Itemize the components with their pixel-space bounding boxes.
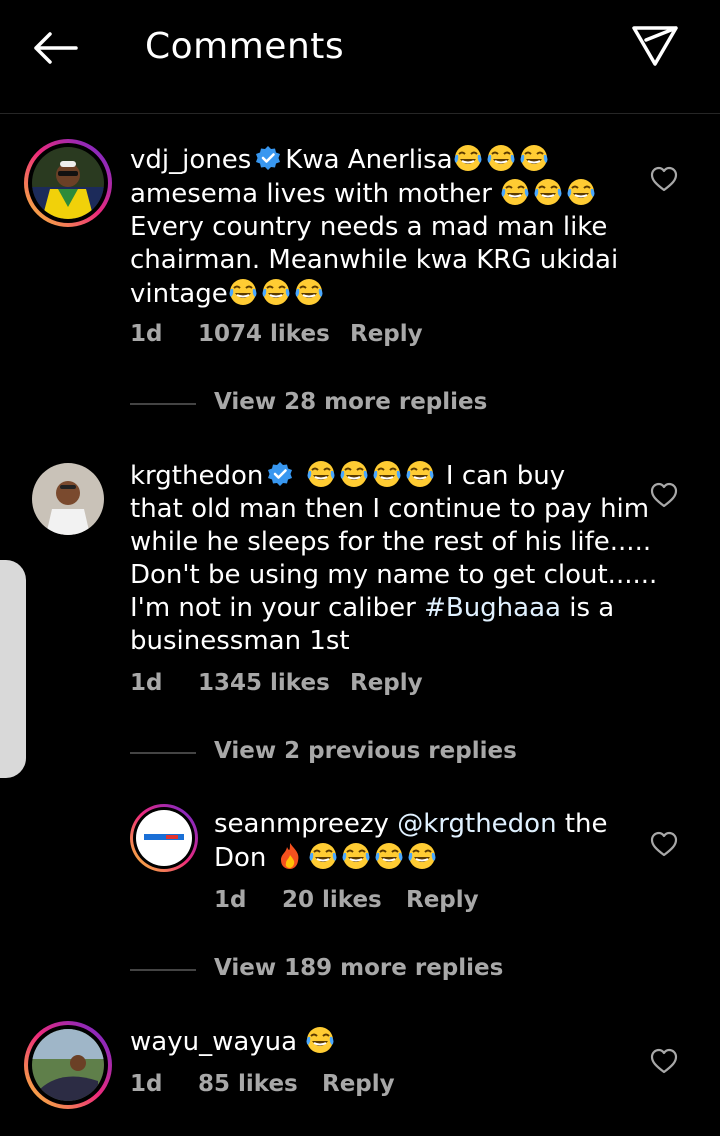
divider — [130, 752, 196, 754]
comment-line: that old man then I continue to pay him — [130, 494, 650, 524]
comment-time: 1d — [130, 321, 163, 347]
tears-of-joy-emoji — [308, 842, 338, 870]
heart-outline-icon[interactable] — [650, 482, 678, 508]
divider — [130, 969, 196, 971]
tears-of-joy-emoji — [566, 178, 596, 206]
page-title: Comments — [145, 26, 345, 67]
tears-of-joy-emoji — [228, 278, 258, 306]
comment-line: vintage — [130, 279, 228, 309]
view-replies-label: View 189 more replies — [214, 955, 504, 981]
tears-of-joy-emoji — [533, 178, 563, 206]
comment-text: wayu_wayua — [130, 1025, 650, 1059]
tears-of-joy-emoji — [339, 460, 369, 488]
avatar[interactable] — [130, 804, 198, 872]
comment-line: chairman. Meanwhile kwa KRG ukidai — [130, 245, 619, 275]
comment-likes[interactable]: 1074 likes — [198, 321, 330, 347]
avatar[interactable] — [24, 455, 112, 543]
comment-line: Every country needs a mad man like — [130, 212, 608, 242]
tears-of-joy-emoji — [306, 460, 336, 488]
tears-of-joy-emoji — [341, 842, 371, 870]
comment-likes[interactable]: 85 likes — [198, 1071, 298, 1097]
hashtag-link[interactable]: #Bughaaa — [424, 593, 561, 623]
heart-outline-icon[interactable] — [650, 1048, 678, 1074]
arrow-left-icon[interactable] — [28, 28, 84, 68]
comment-line: Kwa Anerlisa — [285, 145, 453, 175]
comment-line: Don — [214, 843, 267, 873]
scroll-handle[interactable] — [0, 560, 26, 778]
comment-line: amesema lives with mother — [130, 179, 501, 209]
reply-button[interactable]: Reply — [322, 1071, 395, 1097]
comment-username[interactable]: seanmpreezy — [214, 809, 389, 839]
divider — [130, 403, 196, 405]
comment-username[interactable]: wayu_wayua — [130, 1027, 297, 1057]
reply-button[interactable]: Reply — [350, 321, 423, 347]
tears-of-joy-emoji — [519, 144, 549, 172]
reply-button[interactable]: Reply — [350, 670, 423, 696]
comment-line: businessman 1st — [130, 626, 350, 656]
view-replies-label: View 2 previous replies — [214, 738, 517, 764]
header-bar: Comments — [0, 0, 720, 114]
comment-username[interactable]: vdj_jones — [130, 145, 251, 175]
reply-button[interactable]: Reply — [406, 887, 479, 913]
mention-link[interactable]: @krgthedon — [397, 809, 556, 839]
fire-emoji — [280, 843, 299, 869]
comment-line: I'm not in your caliber — [130, 593, 425, 623]
tears-of-joy-emoji — [407, 842, 437, 870]
tears-of-joy-emoji — [261, 278, 291, 306]
comment-time: 1d — [130, 1071, 163, 1097]
comment-likes[interactable]: 1345 likes — [198, 670, 330, 696]
verified-badge-icon — [255, 145, 282, 171]
comment-line: is a — [560, 593, 615, 623]
heart-outline-icon[interactable] — [650, 166, 678, 192]
comment-line: the — [556, 809, 608, 839]
tears-of-joy-emoji — [374, 842, 404, 870]
heart-outline-icon[interactable] — [650, 831, 678, 857]
tears-of-joy-emoji — [294, 278, 324, 306]
tears-of-joy-emoji — [372, 460, 402, 488]
tears-of-joy-emoji — [305, 1026, 335, 1054]
tears-of-joy-emoji — [500, 178, 530, 206]
comment-time: 1d — [130, 670, 163, 696]
tears-of-joy-emoji — [486, 144, 516, 172]
view-replies-label: View 28 more replies — [214, 389, 488, 415]
paper-plane-icon[interactable] — [628, 22, 682, 70]
comment-likes[interactable]: 20 likes — [282, 887, 382, 913]
comment-line: Don't be using my name to get clout.....… — [130, 560, 658, 590]
verified-badge-icon — [267, 461, 294, 487]
avatar[interactable] — [24, 1021, 112, 1109]
avatar[interactable] — [24, 139, 112, 227]
comment-text: vdj_jones Kwa Anerlisa amesema lives with… — [130, 143, 650, 311]
comment-username[interactable]: krgthedon — [130, 461, 263, 491]
comment-text: seanmpreezy @krgthedon the Don — [214, 808, 654, 875]
tears-of-joy-emoji — [405, 460, 435, 488]
comment-text: krgthedon I can buy that old man then I … — [130, 459, 670, 658]
comment-line: I can buy — [445, 461, 566, 491]
tears-of-joy-emoji — [453, 144, 483, 172]
comment-line: while he sleeps for the rest of his life… — [130, 527, 652, 557]
comment-time: 1d — [214, 887, 247, 913]
